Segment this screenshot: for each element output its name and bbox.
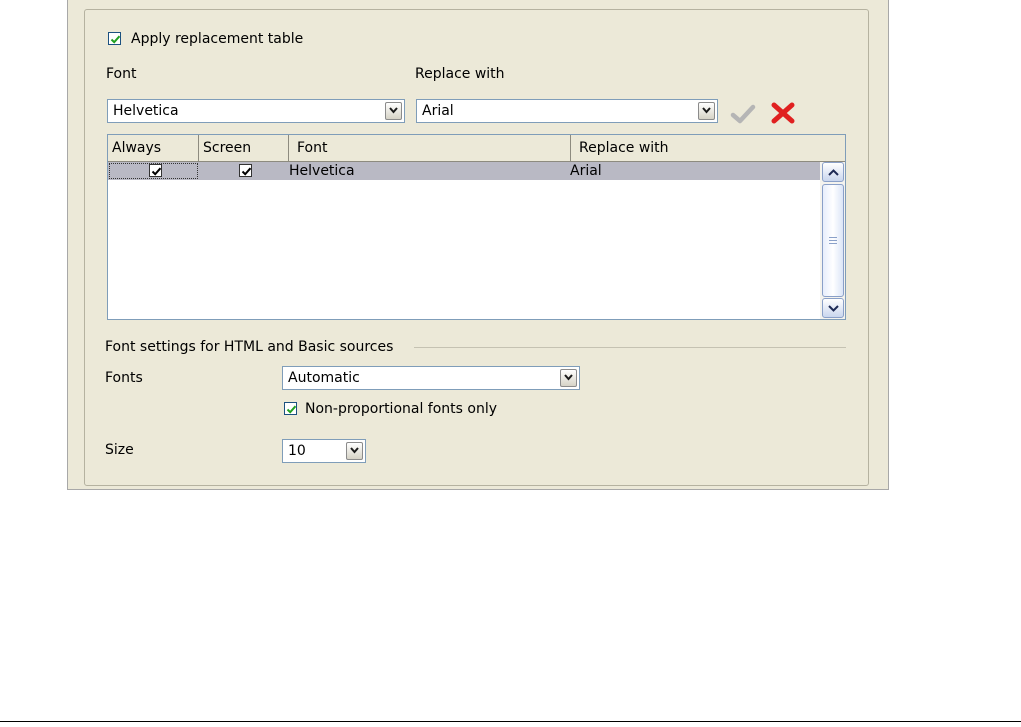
column-header-always[interactable]: Always xyxy=(108,135,199,161)
fonts-dropdown-button[interactable] xyxy=(560,369,577,387)
chevron-down-icon xyxy=(350,447,359,454)
check-icon xyxy=(151,167,162,176)
column-header-screen[interactable]: Screen xyxy=(199,135,289,161)
always-checkbox[interactable] xyxy=(149,164,162,177)
replace-with-label: Replace with xyxy=(415,66,505,82)
section-heading: Font settings for HTML and Basic sources xyxy=(105,339,394,355)
apply-replacement-checkbox[interactable] xyxy=(108,32,121,45)
scroll-thumb[interactable] xyxy=(822,184,844,297)
table-scrollbar[interactable] xyxy=(820,162,845,319)
font-dropdown-button[interactable] xyxy=(385,102,402,120)
fonts-combo-value: Automatic xyxy=(288,370,360,386)
apply-button[interactable] xyxy=(730,104,756,126)
checkmark-icon xyxy=(730,104,756,124)
chevron-up-icon xyxy=(828,169,839,176)
non-proportional-label: Non-proportional fonts only xyxy=(305,401,498,417)
apply-replacement-label: Apply replacement table xyxy=(131,31,304,47)
replacement-table[interactable]: Always Screen Font Replace with Helvetic… xyxy=(107,134,846,320)
row-font: Helvetica xyxy=(289,163,355,179)
check-icon xyxy=(110,35,121,44)
size-label: Size xyxy=(105,442,134,458)
font-label: Font xyxy=(106,66,137,82)
non-proportional-checkbox[interactable] xyxy=(284,402,297,415)
section-separator xyxy=(414,347,846,348)
fonts-combo[interactable]: Automatic xyxy=(282,366,580,390)
delete-x-icon xyxy=(771,102,795,124)
check-icon xyxy=(241,167,252,176)
fonts-label: Fonts xyxy=(105,370,143,386)
chevron-down-icon xyxy=(828,305,839,312)
grip-icon xyxy=(829,237,837,244)
replace-with-combo[interactable]: Arial xyxy=(416,99,718,123)
scroll-up-button[interactable] xyxy=(822,162,844,182)
row-replace-with: Arial xyxy=(570,163,602,179)
size-combo-value: 10 xyxy=(288,443,306,459)
size-dropdown-button[interactable] xyxy=(346,442,363,460)
table-row[interactable]: Helvetica Arial xyxy=(108,162,820,180)
chevron-down-icon xyxy=(702,107,711,114)
font-combo[interactable]: Helvetica xyxy=(107,99,405,123)
column-header-font[interactable]: Font xyxy=(289,135,571,161)
column-header-replace-with[interactable]: Replace with xyxy=(571,135,845,161)
table-header: Always Screen Font Replace with xyxy=(108,135,845,162)
bottom-rule xyxy=(0,721,1021,722)
font-combo-value: Helvetica xyxy=(113,103,179,119)
size-combo[interactable]: 10 xyxy=(282,439,366,463)
scroll-down-button[interactable] xyxy=(822,298,844,318)
delete-button[interactable] xyxy=(770,101,796,125)
chevron-down-icon xyxy=(564,374,573,381)
replace-with-combo-value: Arial xyxy=(422,103,454,119)
replace-with-dropdown-button[interactable] xyxy=(698,102,715,120)
screen-checkbox[interactable] xyxy=(239,164,252,177)
check-icon xyxy=(286,405,297,414)
chevron-down-icon xyxy=(389,107,398,114)
